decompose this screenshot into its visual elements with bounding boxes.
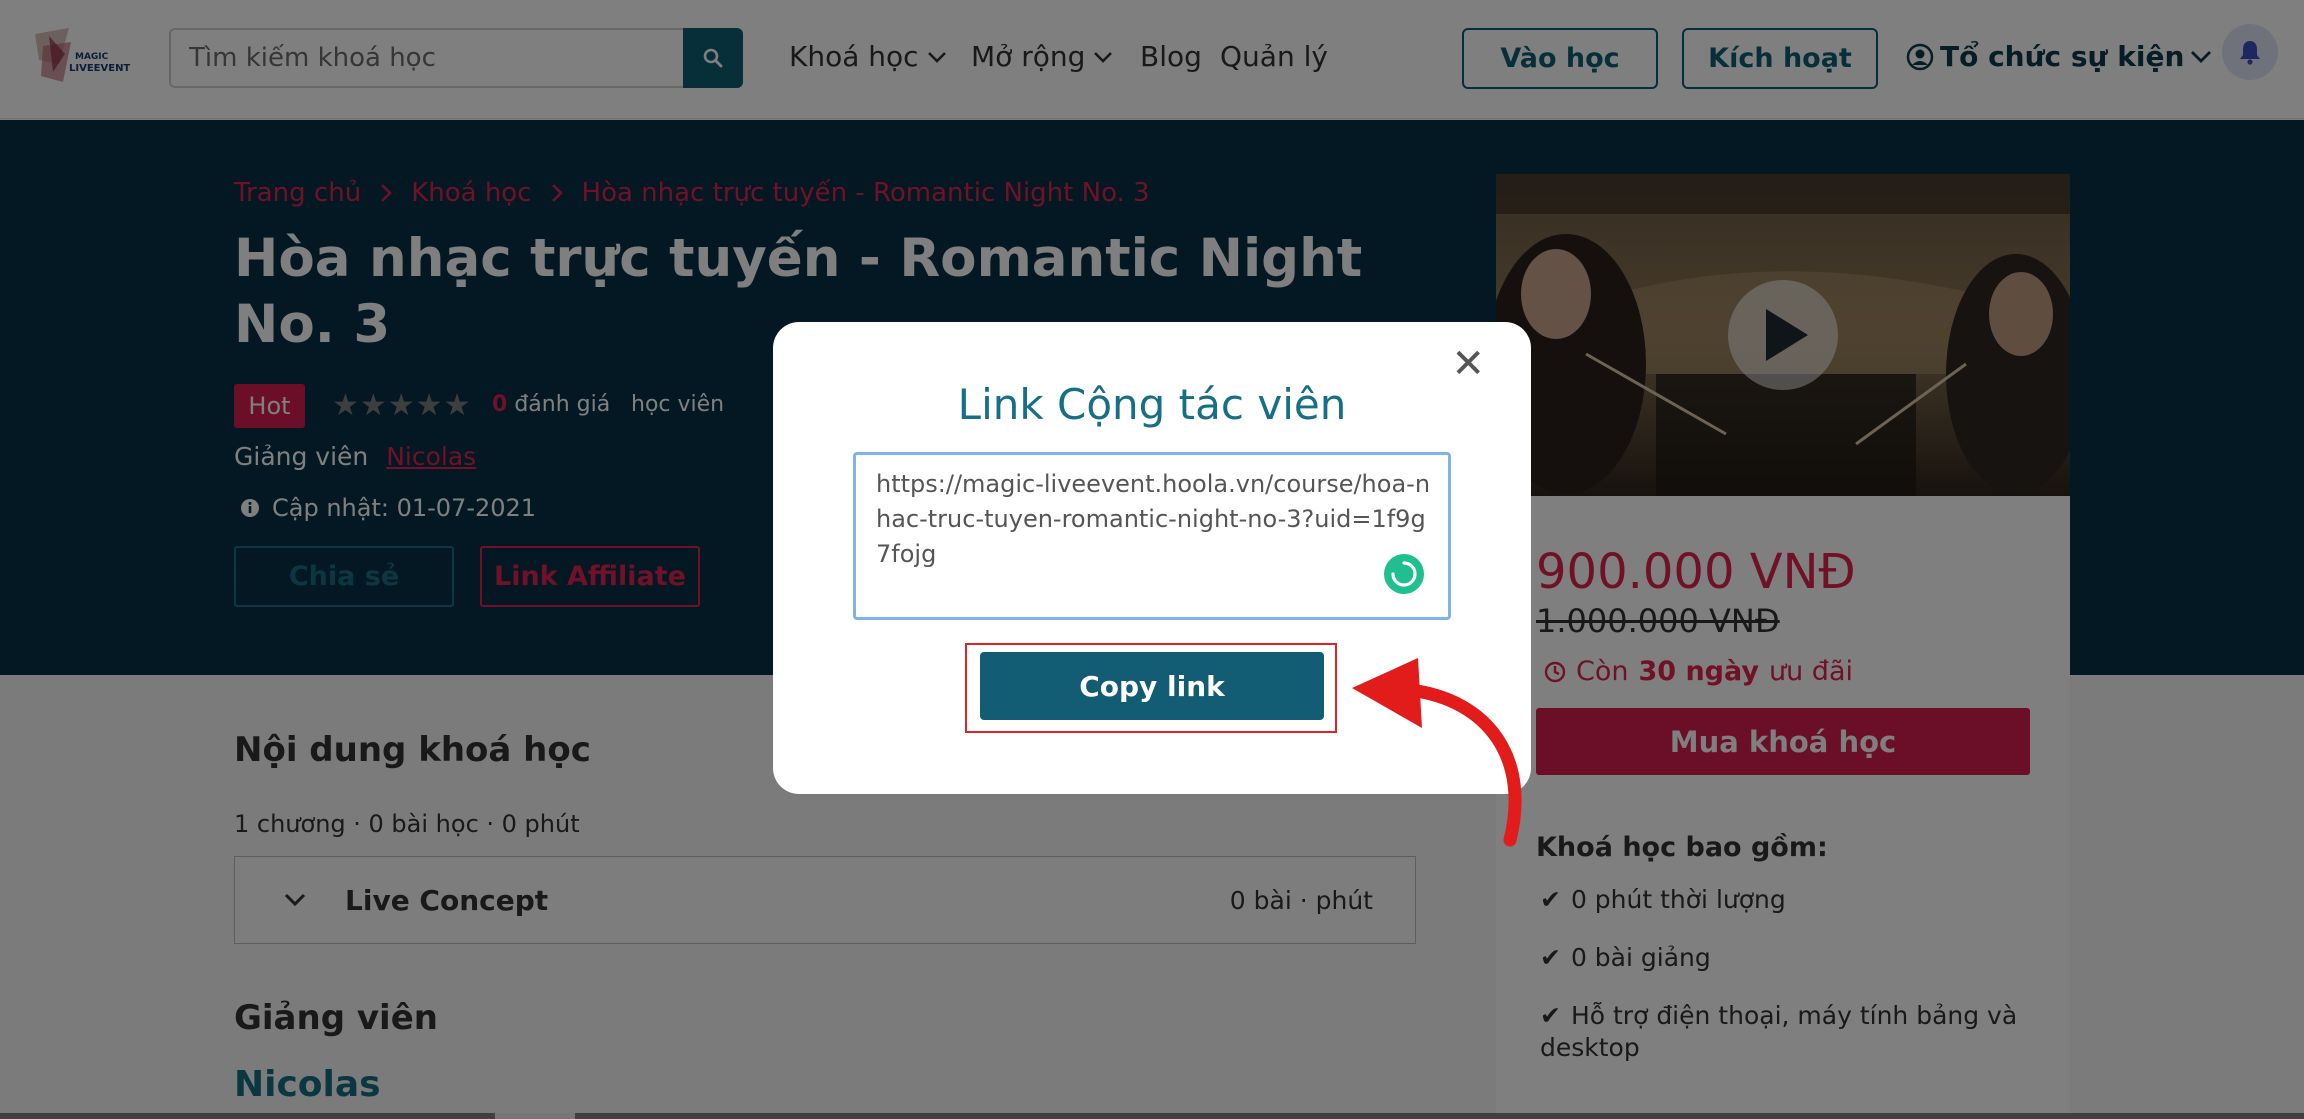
bottom-scrollbar — [0, 1113, 2304, 1119]
copy-link-button[interactable]: Copy link — [980, 652, 1324, 720]
scroll-thumb[interactable] — [495, 1113, 575, 1119]
spinner-icon — [1384, 554, 1424, 594]
affiliate-link-field[interactable]: https://magic-liveevent.hoola.vn/course/… — [853, 452, 1451, 620]
modal-title: Link Cộng tác viên — [957, 380, 1347, 429]
close-icon[interactable]: ✕ — [1451, 344, 1485, 384]
affiliate-link-text[interactable]: https://magic-liveevent.hoola.vn/course/… — [876, 467, 1436, 572]
annotation-arrow — [1352, 658, 1522, 847]
copy-link-label: Copy link — [1079, 669, 1225, 703]
